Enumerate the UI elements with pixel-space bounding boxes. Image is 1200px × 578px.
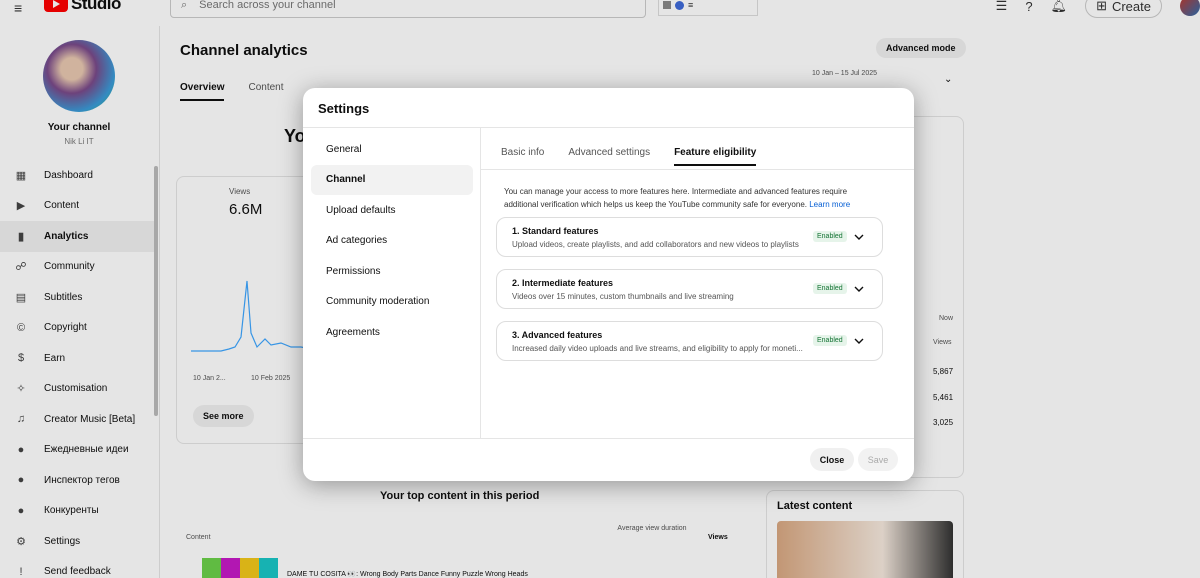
status-badge: Enabled <box>813 335 847 346</box>
feature-eligibility-description: You can manage your access to more featu… <box>504 185 874 211</box>
feature-card[interactable]: 1. Standard features Upload videos, creat… <box>496 217 883 257</box>
description-text: You can manage your access to more featu… <box>504 187 848 209</box>
settings-category-upload-defaults[interactable]: Upload defaults <box>311 195 473 225</box>
feature-title: 1. Standard features <box>512 226 599 236</box>
dialog-title: Settings <box>318 101 370 116</box>
settings-category-channel[interactable]: Channel <box>311 164 473 195</box>
settings-categories: General Channel Upload defaults Ad categori… <box>303 128 481 438</box>
settings-category-community-moderation[interactable]: Community moderation <box>311 287 473 317</box>
feature-card[interactable]: 3. Advanced features Increased daily vide… <box>496 321 883 361</box>
status-badge: Enabled <box>813 283 847 294</box>
divider <box>303 438 914 439</box>
chevron-down-icon[interactable] <box>852 334 866 348</box>
settings-category-permissions[interactable]: Permissions <box>311 256 473 286</box>
feature-title: 3. Advanced features <box>512 330 603 340</box>
channel-settings-tabs: Basic info Advanced settings Feature eligi… <box>501 147 780 166</box>
save-button[interactable]: Save <box>858 448 898 471</box>
settings-category-general[interactable]: General <box>311 134 473 164</box>
chevron-down-icon[interactable] <box>852 282 866 296</box>
feature-title: 2. Intermediate features <box>512 278 614 288</box>
status-badge: Enabled <box>813 231 847 242</box>
settings-category-agreements[interactable]: Agreements <box>311 317 473 347</box>
feature-description: Videos over 15 minutes, custom thumbnail… <box>512 292 734 301</box>
settings-category-ad-categories[interactable]: Ad categories <box>311 226 473 256</box>
feature-description: Upload videos, create playlists, and add… <box>512 240 799 249</box>
tab-advanced-settings[interactable]: Advanced settings <box>568 147 650 166</box>
tab-feature-eligibility[interactable]: Feature eligibility <box>674 147 757 166</box>
settings-dialog: Settings General Channel Upload defaults Ad… <box>303 88 914 481</box>
chevron-down-icon[interactable] <box>852 230 866 244</box>
tab-basic-info[interactable]: Basic info <box>501 147 544 166</box>
feature-description: Increased daily video uploads and live s… <box>512 344 803 353</box>
feature-card[interactable]: 2. Intermediate features Videos over 15 m… <box>496 269 883 309</box>
divider <box>481 169 914 170</box>
learn-more-link[interactable]: Learn more <box>809 200 850 209</box>
close-button[interactable]: Close <box>810 448 854 471</box>
